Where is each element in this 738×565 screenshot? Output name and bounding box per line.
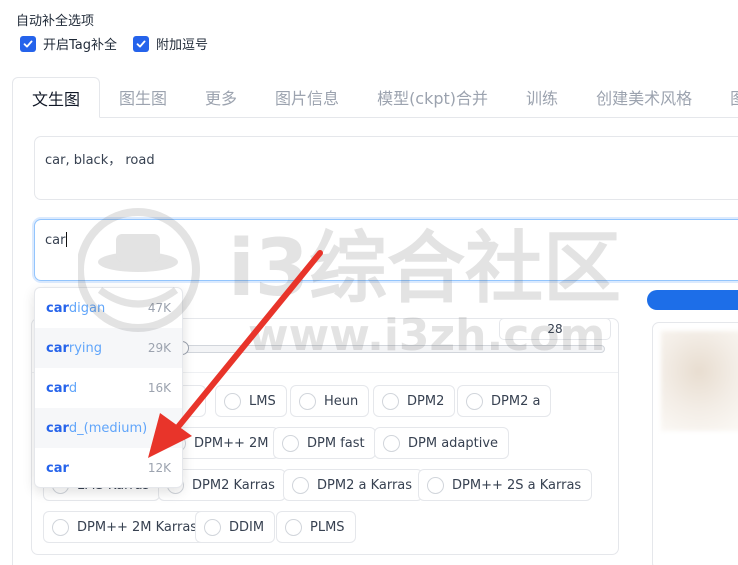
radio-icon: [382, 392, 399, 410]
tab-checkpoint-merger[interactable]: 模型(ckpt)合并: [358, 77, 507, 117]
sampler-option[interactable]: DPM2 a Karras: [283, 469, 424, 501]
autocomplete-count: 47K: [147, 301, 171, 315]
sampler-option[interactable]: DPM++ 2M Karras: [43, 511, 209, 543]
autocomplete-tag: card_(medium): [46, 420, 148, 436]
sampler-option-label: DPM2 a Karras: [317, 477, 413, 493]
sampler-option[interactable]: DPM adaptive: [374, 427, 510, 459]
autocomplete-tag: car: [46, 460, 69, 476]
radio-icon: [204, 518, 221, 536]
output-image-panel: [652, 322, 738, 565]
radio-icon: [299, 392, 316, 410]
checkbox-checked-icon: [20, 35, 36, 52]
tab-png-info[interactable]: 图片信息: [256, 77, 358, 117]
sampler-option-label: Heun: [324, 393, 359, 409]
sampler-option[interactable]: LMS: [215, 385, 287, 417]
sampler-option-label: DDIM: [229, 519, 265, 535]
negative-prompt-textarea[interactable]: car: [34, 219, 738, 281]
sampler-option-label: DPM2 a: [491, 393, 541, 409]
radio-icon: [466, 392, 483, 410]
autocomplete-item[interactable]: cardigan 47K: [35, 288, 182, 328]
sampler-option-label: DPM adaptive: [408, 435, 499, 451]
autocomplete-tag: carrying: [46, 340, 103, 356]
sampler-option-label: DPM++ 2M Karras: [77, 519, 198, 535]
sampler-option-label: DPM++ 2S a Karras: [452, 477, 582, 493]
output-image-thumbnail[interactable]: [661, 331, 738, 431]
tab-img2img[interactable]: 图生图: [100, 77, 186, 117]
autocomplete-tag: cardigan: [46, 300, 106, 316]
enable-tag-autocomplete-checkbox[interactable]: 开启Tag补全: [20, 34, 117, 53]
autocomplete-item[interactable]: card 16K: [35, 368, 182, 408]
sampler-option-partial[interactable]: [182, 385, 206, 417]
radio-icon: [383, 434, 400, 452]
radio-icon: [292, 476, 309, 494]
radio-icon: [282, 434, 299, 452]
sampling-steps-slider[interactable]: [150, 345, 605, 353]
main-tabs: 文生图 图生图 更多 图片信息 模型(ckpt)合并 训练 创建美术风格 图库: [12, 77, 738, 118]
tag-autocomplete-dropdown: cardigan 47K carrying 29K card 16K card_…: [34, 287, 183, 488]
autocomplete-item[interactable]: card_(medium) 1: [35, 408, 182, 448]
sampler-option-label: DPM2 Karras: [192, 477, 275, 493]
prompt-textarea[interactable]: car, black， road: [34, 136, 738, 200]
sampler-option[interactable]: DPM2: [373, 385, 456, 417]
radio-icon: [224, 392, 241, 410]
negative-prompt-text: car: [45, 233, 66, 248]
autocomplete-count: 16K: [147, 381, 171, 395]
checkbox-checked-icon: [133, 35, 150, 52]
autocomplete-item[interactable]: car 12K: [35, 448, 182, 487]
sampler-option[interactable]: PLMS: [276, 511, 356, 543]
append-comma-label: 附加逗号: [156, 38, 209, 53]
sampler-option[interactable]: DPM2 a: [457, 385, 552, 417]
sampler-option-label: PLMS: [310, 519, 345, 535]
enable-tag-autocomplete-label: 开启Tag补全: [43, 38, 118, 53]
sampler-option[interactable]: DPM fast: [273, 427, 376, 459]
radio-icon: [285, 518, 302, 536]
sampler-option-label: DPM2: [407, 393, 445, 409]
autocomplete-count: 29K: [147, 341, 171, 355]
tab-create-aesthetic[interactable]: 创建美术风格: [577, 77, 711, 117]
autocomplete-settings-title: 自动补全选项: [16, 14, 95, 29]
autocomplete-count: 1: [163, 421, 171, 435]
sampling-steps-input[interactable]: 28: [499, 318, 611, 340]
tab-txt2img[interactable]: 文生图: [12, 77, 101, 118]
tab-gallery[interactable]: 图库: [711, 77, 738, 117]
text-caret: [66, 232, 68, 247]
radio-icon: [427, 476, 444, 494]
generate-button[interactable]: [647, 290, 738, 310]
tab-extras[interactable]: 更多: [186, 77, 256, 117]
sampler-option[interactable]: Heun: [290, 385, 370, 417]
sampler-option[interactable]: DPM++ 2S a Karras: [418, 469, 593, 501]
sampler-option[interactable]: DDIM: [195, 511, 276, 543]
prompt-text: car, black， road: [45, 153, 155, 168]
autocomplete-count: 12K: [147, 461, 171, 475]
radio-icon: [52, 518, 69, 536]
tab-train[interactable]: 训练: [507, 77, 577, 117]
sampler-option-label: DPM++ 2M: [194, 435, 269, 451]
autocomplete-item[interactable]: carrying 29K: [35, 328, 182, 368]
autocomplete-tag: card: [46, 380, 78, 396]
autocomplete-settings-group: 开启Tag补全 附加逗号: [20, 34, 208, 53]
sampler-option-label: DPM fast: [307, 435, 365, 451]
sampler-option-label: LMS: [249, 393, 276, 409]
append-comma-checkbox[interactable]: 附加逗号: [133, 34, 208, 53]
